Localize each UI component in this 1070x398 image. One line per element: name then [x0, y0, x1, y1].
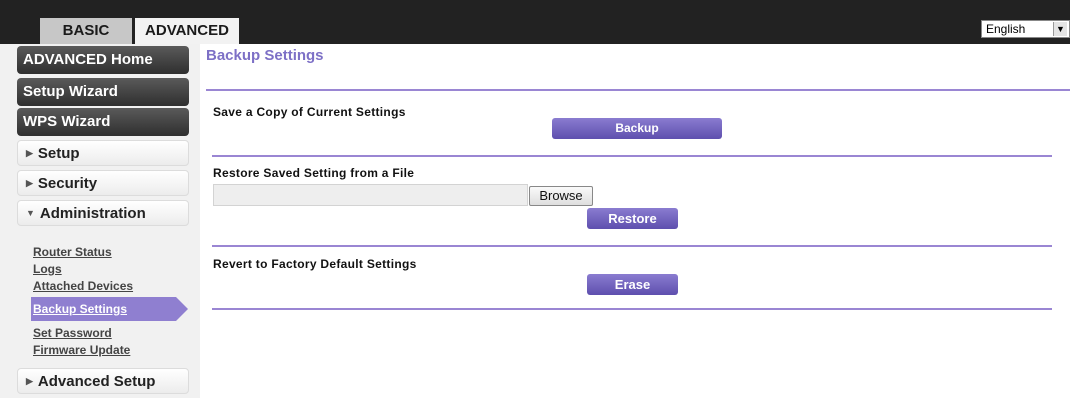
browse-button[interactable]: Browse [529, 186, 593, 206]
erase-button[interactable]: Erase [587, 274, 678, 295]
sidebar-item-administration[interactable]: ▼ Administration [17, 200, 189, 226]
sublink-set-password[interactable]: Set Password [33, 326, 112, 340]
tab-basic[interactable]: BASIC [40, 18, 132, 44]
sidebar-item-advanced-setup[interactable]: ▶ Advanced Setup [17, 368, 189, 394]
sublink-router-status[interactable]: Router Status [33, 245, 112, 259]
backup-button[interactable]: Backup [552, 118, 722, 139]
divider [206, 89, 1070, 91]
divider [212, 308, 1052, 310]
language-select-value: English [986, 22, 1026, 36]
save-section-label: Save a Copy of Current Settings [213, 105, 406, 119]
triangle-right-icon: ▶ [26, 376, 33, 386]
divider [212, 245, 1052, 247]
sidebar-item-setup[interactable]: ▶ Setup [17, 140, 189, 166]
sidebar-item-label: Setup [37, 145, 80, 162]
sidebar-item-label: Security [37, 175, 98, 192]
restore-button[interactable]: Restore [587, 208, 678, 229]
chevron-down-icon[interactable]: ▼ [1053, 22, 1067, 36]
divider [212, 155, 1052, 157]
active-item-arrow [176, 297, 188, 321]
sidebar-item-security[interactable]: ▶ Security [17, 170, 189, 196]
sublink-attached-devices[interactable]: Attached Devices [33, 279, 133, 293]
sidebar-item-label: Administration [39, 205, 146, 222]
sublink-logs[interactable]: Logs [33, 262, 62, 276]
sublink-backup-settings[interactable]: Backup Settings [33, 302, 127, 316]
sidebar-item-setup-wizard[interactable]: Setup Wizard [17, 78, 189, 106]
restore-file-input[interactable] [213, 184, 528, 206]
tab-advanced[interactable]: ADVANCED [135, 18, 239, 44]
page-title: Backup Settings [206, 47, 324, 64]
sidebar-item-label: Advanced Setup [37, 373, 156, 390]
sublink-firmware-update[interactable]: Firmware Update [33, 343, 130, 357]
triangle-down-icon: ▼ [26, 208, 35, 218]
sidebar-item-advanced-home[interactable]: ADVANCED Home [17, 46, 189, 74]
triangle-right-icon: ▶ [26, 148, 33, 158]
restore-section-label: Restore Saved Setting from a File [213, 166, 415, 180]
sidebar-item-wps-wizard[interactable]: WPS Wizard [17, 108, 189, 136]
top-nav-bar: BASIC ADVANCED English ▼ [0, 0, 1070, 44]
revert-section-label: Revert to Factory Default Settings [213, 257, 417, 271]
language-select[interactable]: English ▼ [981, 20, 1070, 38]
triangle-right-icon: ▶ [26, 178, 33, 188]
